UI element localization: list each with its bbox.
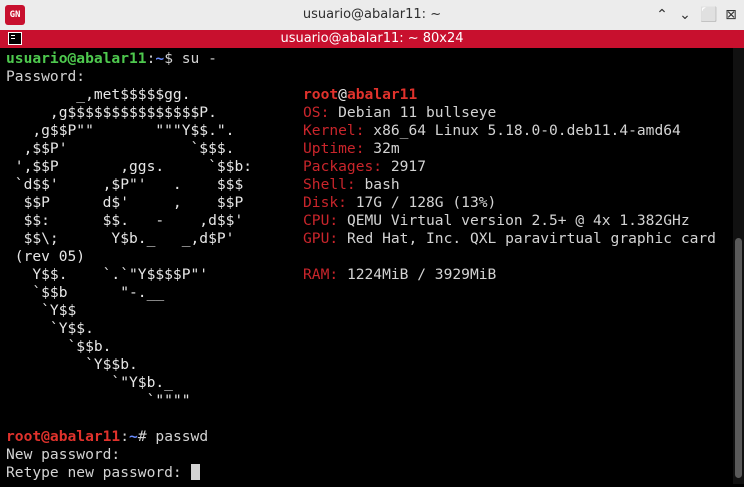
command-text: su - — [181, 50, 217, 67]
info-key: RAM: — [303, 266, 339, 283]
minimize-icon[interactable]: ⌃ — [654, 7, 670, 23]
info-value: 1224MiB / 3929MiB — [338, 266, 497, 283]
command-text: passwd — [155, 428, 209, 445]
prompt-line-su: usuario@abalar11:~$ su - — [6, 50, 217, 68]
ascii-art-line: (rev 05) — [6, 248, 86, 265]
ascii-art-line: _,met$$$$$gg. — [6, 86, 191, 103]
ascii-art-line: `"""" — [6, 392, 191, 409]
scrollbar[interactable] — [733, 48, 744, 484]
info-value: Debian 11 bullseye — [329, 104, 497, 121]
ascii-art-line: Y$$. `.`"Y$$$$P"' — [6, 266, 209, 283]
ascii-art-line: `Y$$. — [6, 320, 94, 337]
tab-bar[interactable]: usuario@abalar11: ~ 80x24 — [0, 30, 744, 48]
terminal-output[interactable]: usuario@abalar11:~$ su - Password: _,met… — [6, 48, 730, 484]
prompt-symbol: $ — [164, 50, 182, 67]
info-key: Uptime: — [303, 140, 365, 157]
info-user: root — [303, 86, 339, 103]
info-value: bash — [355, 176, 400, 193]
retype-password-line[interactable]: Retype new password: — [6, 464, 200, 482]
info-cpu: CPU: QEMU Virtual version 2.5+ @ 4x 1.38… — [303, 212, 690, 230]
ascii-art-line: `d$$' ,$P"' . $$$ — [6, 176, 244, 193]
ascii-art-line: `"Y$b._ — [6, 374, 173, 391]
ascii-art-line: ,$$P' `$$$. — [6, 140, 235, 157]
ascii-art-line: ',$$P ,ggs. `$$b: — [6, 158, 253, 175]
info-host: abalar11 — [346, 86, 418, 103]
info-key: CPU: — [303, 212, 339, 229]
info-key: GPU: — [303, 230, 339, 247]
ascii-art-line: `$$b. — [6, 338, 112, 355]
info-key: Shell: — [303, 176, 356, 193]
ascii-art-line: `Y$$ — [6, 302, 77, 319]
info-value: 2917 — [382, 158, 427, 175]
info-user-host: root@abalar11 — [303, 86, 417, 104]
restore-icon[interactable]: ⬜ — [700, 7, 717, 23]
info-uptime: Uptime: 32m — [303, 140, 400, 158]
ascii-art-line: $$P d$' , $$P — [6, 194, 244, 211]
ascii-art-line: `$$b "-.__ — [6, 284, 165, 301]
info-value: x86_64 Linux 5.18.0-0.deb11.4-amd64 — [364, 122, 681, 139]
ascii-art-line: `Y$$b. — [6, 356, 138, 373]
password-prompt: Password: — [6, 68, 86, 85]
window-title: usuario@abalar11: ~ — [302, 7, 442, 22]
prompt-user: usuario@abalar11 — [6, 50, 147, 67]
ascii-art-line: $$\; Y$b._ _,d$P' — [6, 230, 235, 247]
info-os: OS: Debian 11 bullseye — [303, 104, 496, 122]
info-key: OS: — [303, 104, 330, 121]
info-value: Red Hat, Inc. QXL paravirtual graphic ca… — [338, 230, 716, 247]
info-shell: Shell: bash — [303, 176, 400, 194]
info-key: Disk: — [303, 194, 347, 211]
ascii-art-line: ,g$$P"" """Y$$.". — [6, 122, 235, 139]
prompt-separator: : — [120, 428, 130, 445]
info-value: QEMU Virtual version 2.5+ @ 4x 1.382GHz — [338, 212, 690, 229]
info-disk: Disk: 17G / 128G (13%) — [303, 194, 496, 212]
info-value: 17G / 128G (13%) — [346, 194, 497, 211]
new-password-prompt: New password: — [6, 446, 121, 463]
info-value: 32m — [364, 140, 400, 157]
info-gpu: GPU: Red Hat, Inc. QXL paravirtual graph… — [303, 230, 716, 248]
terminal-window: GN usuario@abalar11: ~ ⌃ ⌄ ⬜ ⊠ usuario@a… — [0, 0, 744, 487]
close-icon[interactable]: ⊠ — [723, 7, 739, 23]
title-bar[interactable]: GN usuario@abalar11: ~ ⌃ ⌄ ⬜ ⊠ — [0, 0, 744, 31]
ascii-art-line: ,g$$$$$$$$$$$$$$$P. — [6, 104, 217, 121]
maximize-icon[interactable]: ⌄ — [677, 7, 693, 23]
scrollbar-thumb[interactable] — [735, 238, 742, 478]
info-at: @ — [338, 86, 347, 103]
prompt-symbol: # — [137, 428, 156, 445]
retype-password-prompt: Retype new password: — [6, 464, 191, 481]
prompt-path: ~ — [155, 50, 165, 67]
prompt-path: ~ — [129, 428, 138, 445]
text-cursor — [190, 464, 200, 480]
prompt-user: root@abalar11 — [6, 428, 121, 445]
info-packages: Packages: 2917 — [303, 158, 426, 176]
info-kernel: Kernel: x86_64 Linux 5.18.0-0.deb11.4-am… — [303, 122, 681, 140]
tab-title: usuario@abalar11: ~ 80x24 — [280, 31, 464, 46]
info-key: Kernel: — [303, 122, 365, 139]
info-key: Packages: — [303, 158, 383, 175]
info-ram: RAM: 1224MiB / 3929MiB — [303, 266, 496, 284]
prompt-line-passwd: root@abalar11:~# passwd — [6, 428, 208, 446]
ascii-art-line: $$: $$. - ,d$$' — [6, 212, 244, 229]
